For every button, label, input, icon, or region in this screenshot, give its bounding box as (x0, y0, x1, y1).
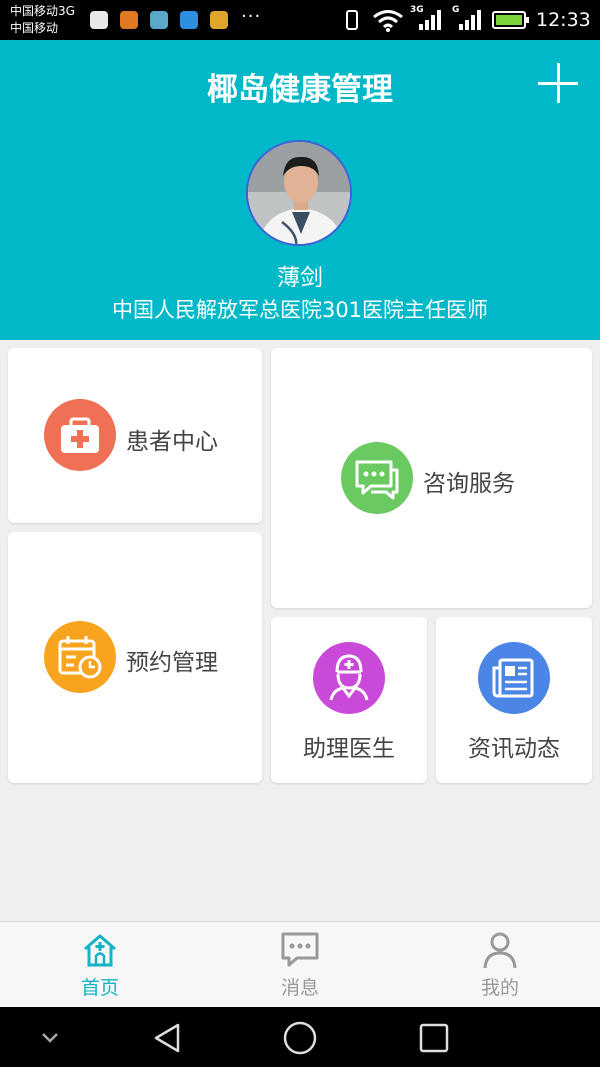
vibrate-icon (346, 10, 358, 30)
bottom-nav: 首页 消息 我的 (0, 921, 600, 1007)
doctor-title: 中国人民解放军总医院301医院主任医师 (111, 298, 489, 322)
page-title: 椰岛健康管理 (207, 72, 393, 108)
nurse-icon (313, 642, 385, 714)
consult-service-label: 咨询服务 (423, 471, 515, 497)
newspaper-icon (478, 642, 550, 714)
wifi-icon (373, 10, 403, 32)
tab-mine[interactable]: 我的 (400, 922, 600, 1008)
home-circle-icon[interactable] (282, 1020, 318, 1056)
tab-home[interactable]: 首页 (0, 922, 200, 1008)
carrier-label-secondary: 中国移动 (10, 21, 59, 35)
avatar[interactable] (246, 140, 352, 246)
assistant-doctor-tile[interactable]: 助理医生 (271, 617, 427, 783)
tab-messages[interactable]: 消息 (200, 922, 400, 1008)
clock: 12:33 (536, 9, 591, 31)
add-icon[interactable] (538, 63, 578, 103)
signal-icon (419, 10, 441, 30)
appointment-label: 预约管理 (126, 650, 218, 676)
tab-home-label: 首页 (80, 977, 119, 999)
chevron-down-icon[interactable] (40, 1031, 60, 1045)
doctor-name: 薄剑 (277, 265, 323, 291)
signal-icon (459, 10, 481, 30)
news-tile[interactable]: 资讯动态 (436, 617, 592, 783)
person-icon (483, 932, 517, 969)
patient-center-label: 患者中心 (126, 429, 218, 455)
tab-mine-label: 我的 (480, 977, 519, 999)
system-nav-bar (0, 1007, 600, 1067)
recent-apps-icon[interactable] (417, 1021, 451, 1055)
notification-app-icon (150, 11, 168, 29)
consult-service-tile[interactable]: 咨询服务 (271, 348, 592, 608)
tab-messages-label: 消息 (280, 977, 319, 999)
carrier-label: 中国移动3G (10, 4, 75, 18)
notification-app-icon (180, 11, 198, 29)
notification-app-icon (120, 11, 138, 29)
patient-center-tile[interactable]: 患者中心 (8, 348, 262, 523)
first-aid-kit-icon (44, 399, 116, 471)
doctor-photo (248, 142, 350, 244)
chat-bubble-icon (341, 442, 413, 514)
notification-app-icon (210, 11, 228, 29)
home-icon (84, 934, 116, 967)
status-bar: 中国移动3G 中国移动 ··· 3G G 12:33 (0, 0, 600, 40)
notification-app-icon (90, 11, 108, 29)
more-notifications-icon: ··· (241, 6, 262, 27)
back-icon[interactable] (150, 1021, 184, 1055)
news-label: 资讯动态 (468, 736, 560, 762)
profile-header: 椰岛健康管理 薄剑 中国人民解放军总医院301医院主任医师 (0, 40, 600, 340)
appointment-tile[interactable]: 预约管理 (8, 532, 262, 783)
calendar-clock-icon (44, 621, 116, 693)
message-icon (281, 932, 319, 967)
assistant-doctor-label: 助理医生 (303, 736, 395, 762)
battery-icon (492, 11, 529, 29)
